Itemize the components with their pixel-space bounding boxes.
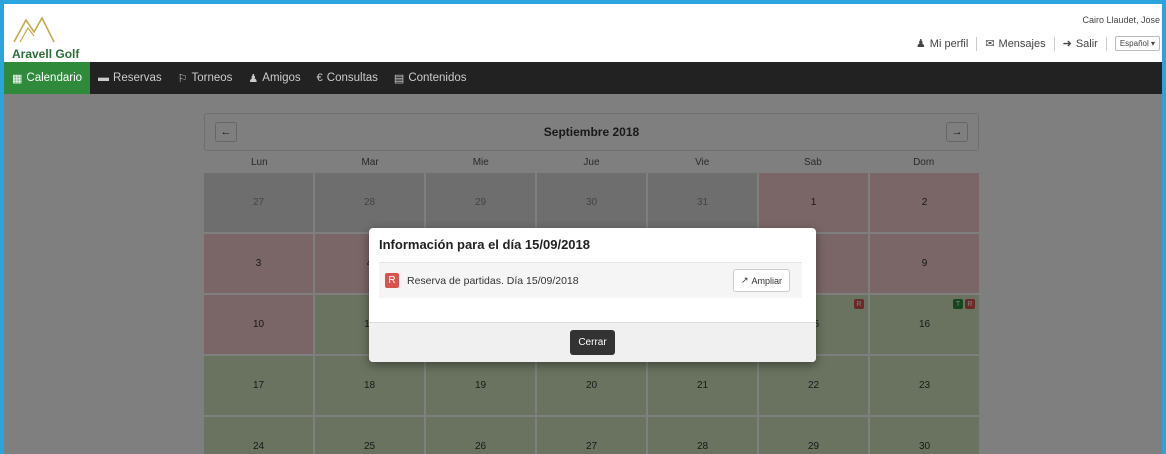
flag-icon: ⚐ xyxy=(177,72,188,85)
user-icon: ♟ xyxy=(915,38,926,50)
profile-link-label: Mi perfil xyxy=(929,37,969,50)
modal-entry-row: R Reserva de partidas. Día 15/09/2018 ↗ … xyxy=(379,262,802,298)
profile-link[interactable]: ♟ Mi perfil xyxy=(908,37,976,51)
nav-item-calendario[interactable]: ▦ Calendario xyxy=(4,62,91,94)
nav-item-label: Contenidos xyxy=(408,72,467,84)
logout-link[interactable]: ➜ Salir xyxy=(1055,37,1106,51)
logo-text[interactable]: Aravell Golf xyxy=(12,47,79,61)
ampliar-button[interactable]: ↗ Ampliar xyxy=(732,269,790,292)
file-icon: ▤ xyxy=(393,72,405,85)
site-header: Aravell Golf Cairo Llaudet, Jose ♟ Mi pe… xyxy=(4,4,1162,62)
nav-item-label: Torneos xyxy=(191,72,233,84)
nav-item-label: Reservas xyxy=(113,72,162,84)
top-links: ♟ Mi perfil ✉ Mensajes ➜ Salir Español ▾ xyxy=(908,36,1160,51)
external-link-icon: ↗ xyxy=(740,275,749,285)
nav-item-consultas[interactable]: € Consultas xyxy=(309,62,386,94)
nav-item-amigos[interactable]: ♟ Amigos xyxy=(240,62,308,94)
reservation-badge: R xyxy=(385,273,399,288)
credit-card-icon: ▬ xyxy=(98,72,110,84)
euro-icon: € xyxy=(316,72,323,84)
nav-item-reservas[interactable]: ▬ Reservas xyxy=(90,62,170,94)
users-icon: ♟ xyxy=(248,72,259,85)
envelope-icon: ✉ xyxy=(985,38,995,50)
nav-item-contenidos[interactable]: ▤ Contenidos xyxy=(386,62,475,94)
modal-title: Información para el día 15/09/2018 xyxy=(379,237,590,252)
main-navbar: ▦ Calendario ▬ Reservas ⚐ Torneos ♟ Amig… xyxy=(4,62,1162,94)
close-button[interactable]: Cerrar xyxy=(570,330,615,355)
language-select[interactable]: Español ▾ xyxy=(1114,36,1160,51)
logout-link-label: Salir xyxy=(1075,37,1098,50)
modal-footer: Cerrar xyxy=(369,322,816,362)
nav-item-label: Amigos xyxy=(262,72,301,84)
messages-link[interactable]: ✉ Mensajes xyxy=(977,37,1053,51)
entry-text: Reserva de partidas. Día 15/09/2018 xyxy=(407,274,579,287)
divider xyxy=(1105,36,1107,51)
nav-item-label: Calendario xyxy=(26,72,83,84)
sign-out-icon: ➜ xyxy=(1062,38,1072,50)
user-name: Cairo Llaudet, Jose xyxy=(1082,15,1160,25)
nav-item-label: Consultas xyxy=(326,72,378,84)
logo-mountains-icon[interactable] xyxy=(12,14,56,44)
calendar-icon: ▦ xyxy=(12,72,23,85)
day-info-modal: Información para el día 15/09/2018 R Res… xyxy=(369,228,816,362)
ampliar-label: Ampliar xyxy=(751,275,782,286)
messages-link-label: Mensajes xyxy=(998,37,1046,50)
nav-item-torneos[interactable]: ⚐ Torneos xyxy=(170,62,241,94)
